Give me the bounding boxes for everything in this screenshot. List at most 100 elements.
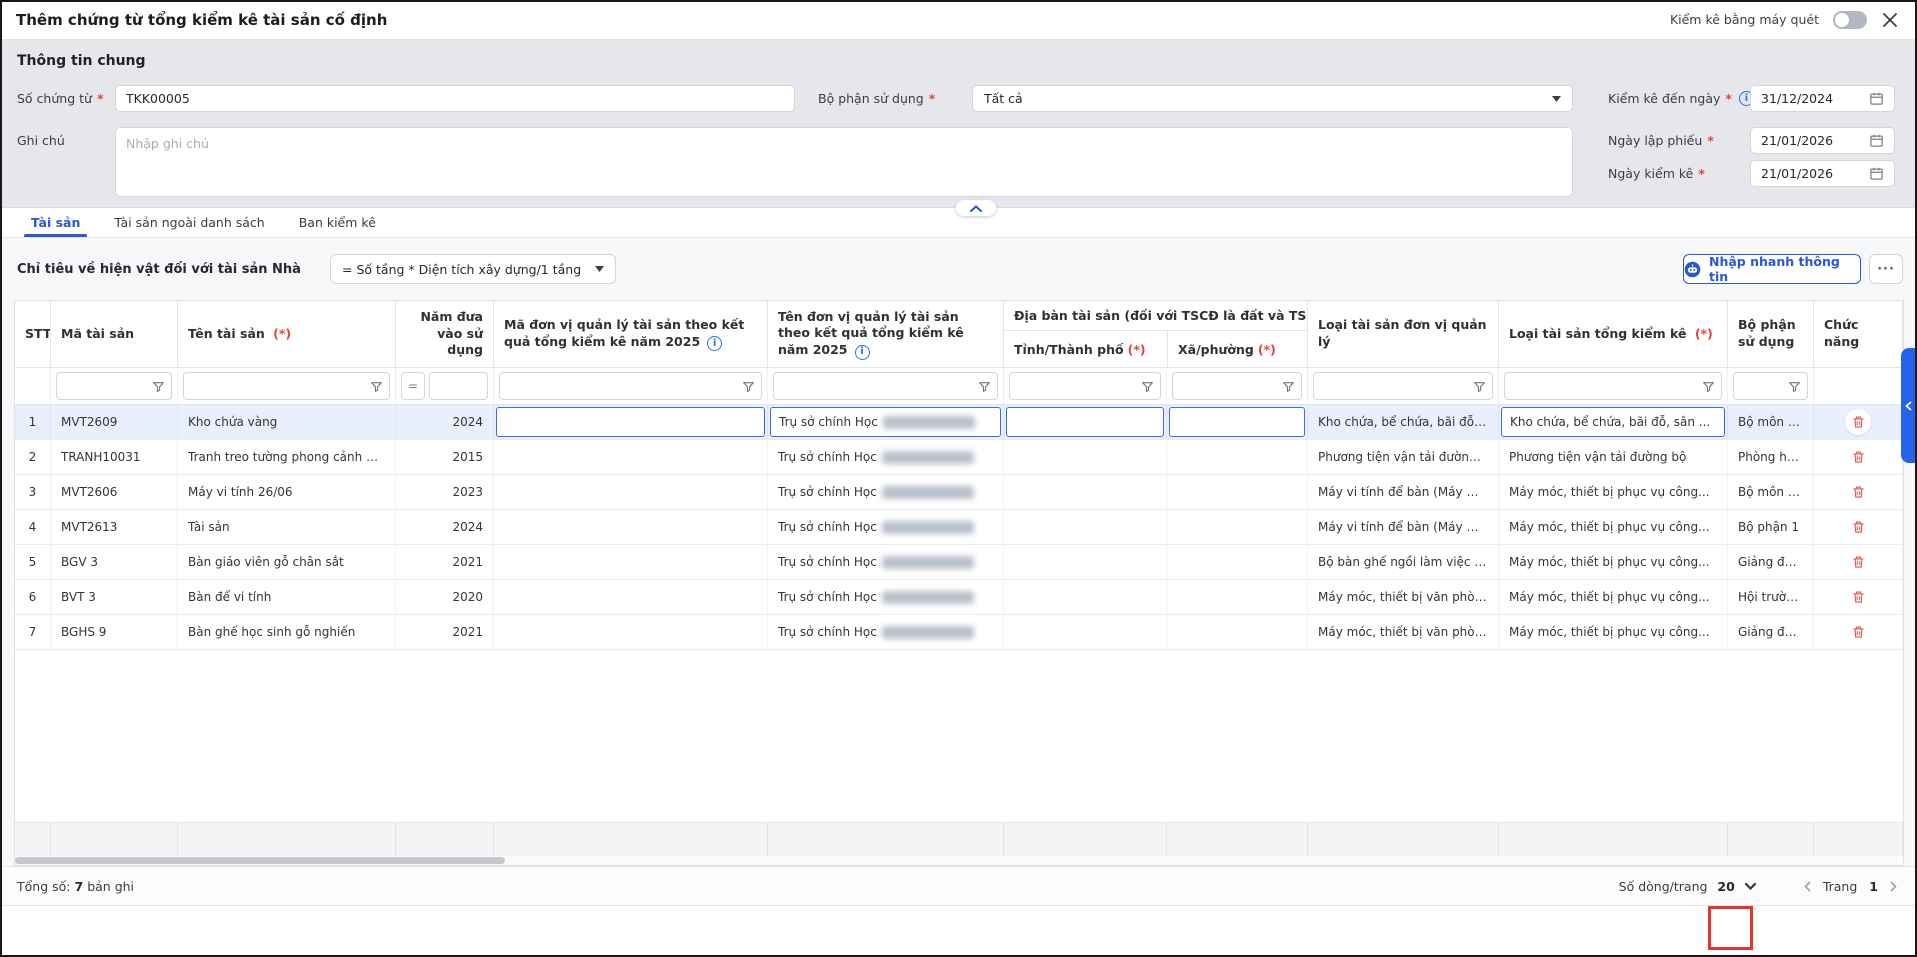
cell-bo-phan-su-dung: Bộ môn Giáo xyxy=(1728,405,1814,439)
ngay-kiem-ke-input[interactable]: 21/01/2026 xyxy=(1750,160,1895,187)
ghi-chu-textarea[interactable] xyxy=(115,127,1573,197)
required-marker: (*) xyxy=(1690,326,1712,341)
delete-row-icon[interactable] xyxy=(1851,449,1866,465)
delete-row-icon[interactable] xyxy=(1851,624,1866,640)
filter-funnel-icon[interactable] xyxy=(1141,380,1154,393)
table-row[interactable]: 2TRANH10031Tranh treo tường phong cảnh m… xyxy=(15,440,1903,475)
editable-cell-box[interactable] xyxy=(496,407,765,437)
filter-input-xa[interactable] xyxy=(1179,379,1278,393)
tab-3[interactable]: Ban kiểm kê xyxy=(282,208,393,237)
next-page-icon[interactable] xyxy=(1890,881,1897,892)
footer-cell-ten xyxy=(178,823,396,856)
info-icon[interactable]: i xyxy=(855,345,870,360)
calendar-icon[interactable] xyxy=(1869,91,1884,106)
cell-xa-phuong xyxy=(1167,580,1308,614)
cell-ten-don-vi: Trụ sở chính Học xyxy=(768,440,1004,474)
previous-page-icon[interactable] xyxy=(1804,881,1811,892)
editable-cell-box[interactable] xyxy=(1169,407,1305,437)
table-body: 1MVT2609Kho chứa vàng2024Trụ sở chính Họ… xyxy=(15,405,1903,650)
filter-funnel-icon[interactable] xyxy=(370,380,383,393)
table-row[interactable]: 6BVT 3Bàn để vi tính2020Trụ sở chính Học… xyxy=(15,580,1903,615)
table-row[interactable]: 1MVT2609Kho chứa vàng2024Trụ sở chính Họ… xyxy=(15,405,1903,440)
column-label: STT xyxy=(25,326,51,341)
cell-chuc-nang xyxy=(1814,510,1903,544)
footer-cell-loai_dv xyxy=(1308,823,1499,856)
kiem-ke-den-ngay-input[interactable]: 31/12/2024 xyxy=(1750,85,1895,112)
table-row[interactable]: 5BGV 3Bàn giáo viên gỗ chân sắt2021Trụ s… xyxy=(15,545,1903,580)
filter-input-nam[interactable] xyxy=(436,379,481,393)
delete-icon-circle[interactable] xyxy=(1845,409,1871,435)
rows-per-page-value: 20 xyxy=(1717,879,1734,894)
required-asterisk: * xyxy=(1707,133,1714,148)
more-options-button[interactable]: ··· xyxy=(1869,254,1903,284)
cell-text: Tài sản xyxy=(188,520,230,534)
table-row[interactable]: 7BGHS 9Bàn ghế học sinh gỗ nghiến2021Trụ… xyxy=(15,615,1903,650)
filter-funnel-icon[interactable] xyxy=(1788,380,1801,393)
equals-operator[interactable]: = xyxy=(401,372,425,400)
filter-funnel-icon[interactable] xyxy=(1282,380,1295,393)
filter-funnel-icon[interactable] xyxy=(742,380,755,393)
filter-input-ma[interactable] xyxy=(63,379,148,393)
filter-input-loai_tkk[interactable] xyxy=(1511,379,1698,393)
bo-phan-su-dung-label: Bộ phận sử dụng* xyxy=(818,91,935,106)
cell-text: Giảng đường xyxy=(1738,555,1803,569)
filter-funnel-icon[interactable] xyxy=(1473,380,1486,393)
tab-1[interactable]: Tài sản xyxy=(14,208,97,237)
filter-input-loai_dv[interactable] xyxy=(1320,379,1469,393)
redacted-text xyxy=(882,591,974,604)
horizontal-scrollbar-thumb[interactable] xyxy=(15,857,505,864)
filter-cell-loai_tkk xyxy=(1499,368,1728,404)
collapse-form-button[interactable] xyxy=(956,200,996,216)
filter-input-ma_dv[interactable] xyxy=(506,379,738,393)
filter-input-ten[interactable] xyxy=(190,379,366,393)
bo-phan-su-dung-value: Tất cả xyxy=(984,91,1023,106)
filter-funnel-icon[interactable] xyxy=(1702,380,1715,393)
delete-row-icon[interactable] xyxy=(1851,589,1866,605)
footer-cell-xa xyxy=(1167,823,1308,856)
ngay-lap-phieu-label: Ngày lập phiếu* xyxy=(1608,133,1714,148)
scan-toggle-switch[interactable] xyxy=(1833,11,1867,29)
editable-cell-box[interactable] xyxy=(1006,407,1164,437)
chi-tieu-select[interactable]: = Số tầng * Diện tích xây dựng/1 tầng xyxy=(330,254,616,284)
table-row[interactable]: 3MVT2606Máy vi tính 26/062023Trụ sở chín… xyxy=(15,475,1903,510)
cell-ten-don-vi: Trụ sở chính Học xyxy=(768,545,1004,579)
status-bar: Tổng số:7bản ghi Số dòng/trang 20 Trang … xyxy=(0,866,1917,905)
footer-cell-bp xyxy=(1728,823,1814,856)
ngay-lap-phieu-input[interactable]: 21/01/2026 xyxy=(1750,127,1895,154)
cell-text: 2015 xyxy=(452,450,483,464)
expand-side-panel-tab[interactable] xyxy=(1901,348,1915,463)
column-header-loai_dv: Loại tài sản đơn vị quản lý xyxy=(1308,301,1499,367)
filter-input-ten_dv[interactable] xyxy=(780,379,974,393)
editable-cell-box[interactable]: Kho chứa, bể chứa, bãi đỗ, sân ... xyxy=(1501,407,1725,437)
column-header-ten: Tên tài sản (*) xyxy=(178,301,396,367)
horizontal-scrollbar[interactable] xyxy=(15,856,1903,865)
total-records-label: Tổng số:7bản ghi xyxy=(17,879,134,894)
cell-text: Bộ môn Giáo xyxy=(1738,415,1803,429)
editable-cell-box[interactable]: Trụ sở chính Học xyxy=(770,407,1001,437)
calendar-icon[interactable] xyxy=(1869,133,1884,148)
column-header-nam: Năm đưa vào sử dụng xyxy=(396,301,494,367)
delete-row-icon[interactable] xyxy=(1851,519,1866,535)
footer-cell-ma_dv xyxy=(494,823,768,856)
required-asterisk: * xyxy=(97,91,104,106)
cell-bo-phan-su-dung: Giảng đường xyxy=(1728,545,1814,579)
cell-text: Bộ phận 1 xyxy=(1738,520,1799,534)
delete-row-icon[interactable] xyxy=(1851,484,1866,500)
table-row[interactable]: 4MVT2613Tài sản2024Trụ sở chính HọcMáy v… xyxy=(15,510,1903,545)
redacted-text xyxy=(882,556,974,569)
so-chung-tu-input[interactable] xyxy=(115,85,795,112)
calendar-icon[interactable] xyxy=(1869,166,1884,181)
filter-input-bp[interactable] xyxy=(1740,379,1784,393)
bo-phan-su-dung-select[interactable]: Tất cả xyxy=(972,85,1573,112)
quick-fill-button[interactable]: Nhập nhanh thông tin xyxy=(1683,254,1861,284)
tab-2[interactable]: Tài sản ngoài danh sách xyxy=(97,208,281,237)
info-icon[interactable]: i xyxy=(707,336,722,351)
rows-per-page-select[interactable]: Số dòng/trang 20 xyxy=(1619,879,1756,894)
filter-funnel-icon[interactable] xyxy=(152,380,165,393)
filter-input-tinh[interactable] xyxy=(1016,379,1137,393)
cell-loai-tai-san-tong-kiem-ke: Phương tiện vận tải đường bộ xyxy=(1499,440,1728,474)
filter-funnel-icon[interactable] xyxy=(978,380,991,393)
close-icon[interactable] xyxy=(1881,11,1899,29)
delete-row-icon[interactable] xyxy=(1851,554,1866,570)
delete-row-icon[interactable] xyxy=(1851,414,1866,430)
